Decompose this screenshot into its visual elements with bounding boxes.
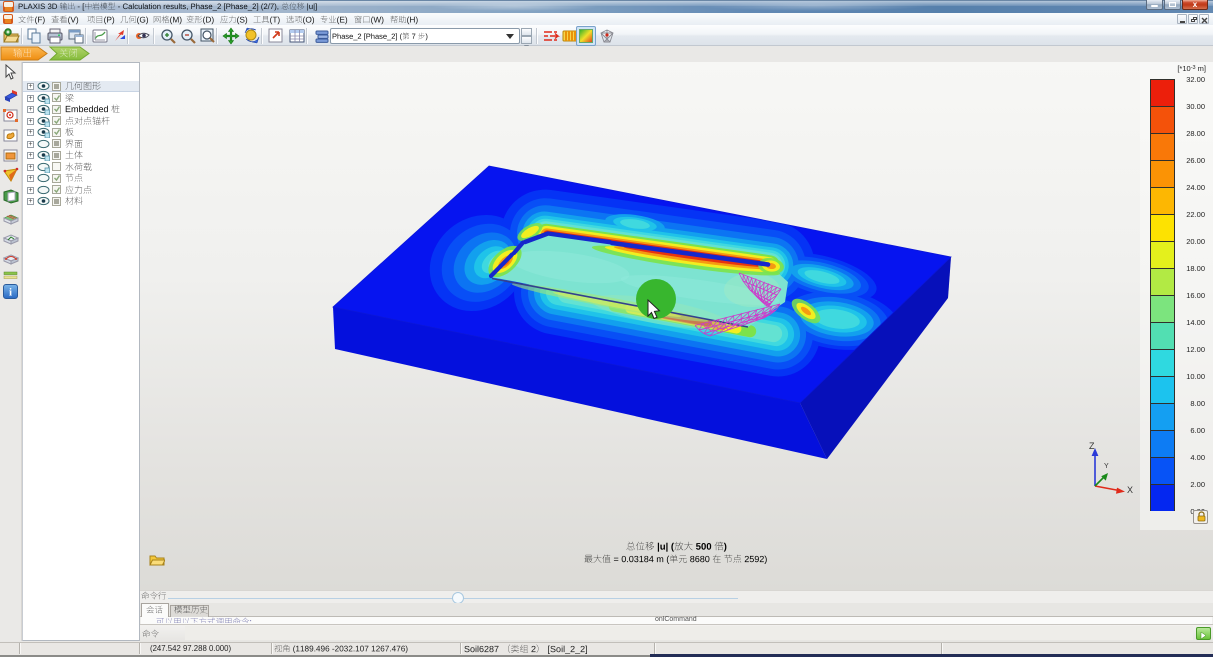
svg-text:i: i: [9, 287, 12, 299]
